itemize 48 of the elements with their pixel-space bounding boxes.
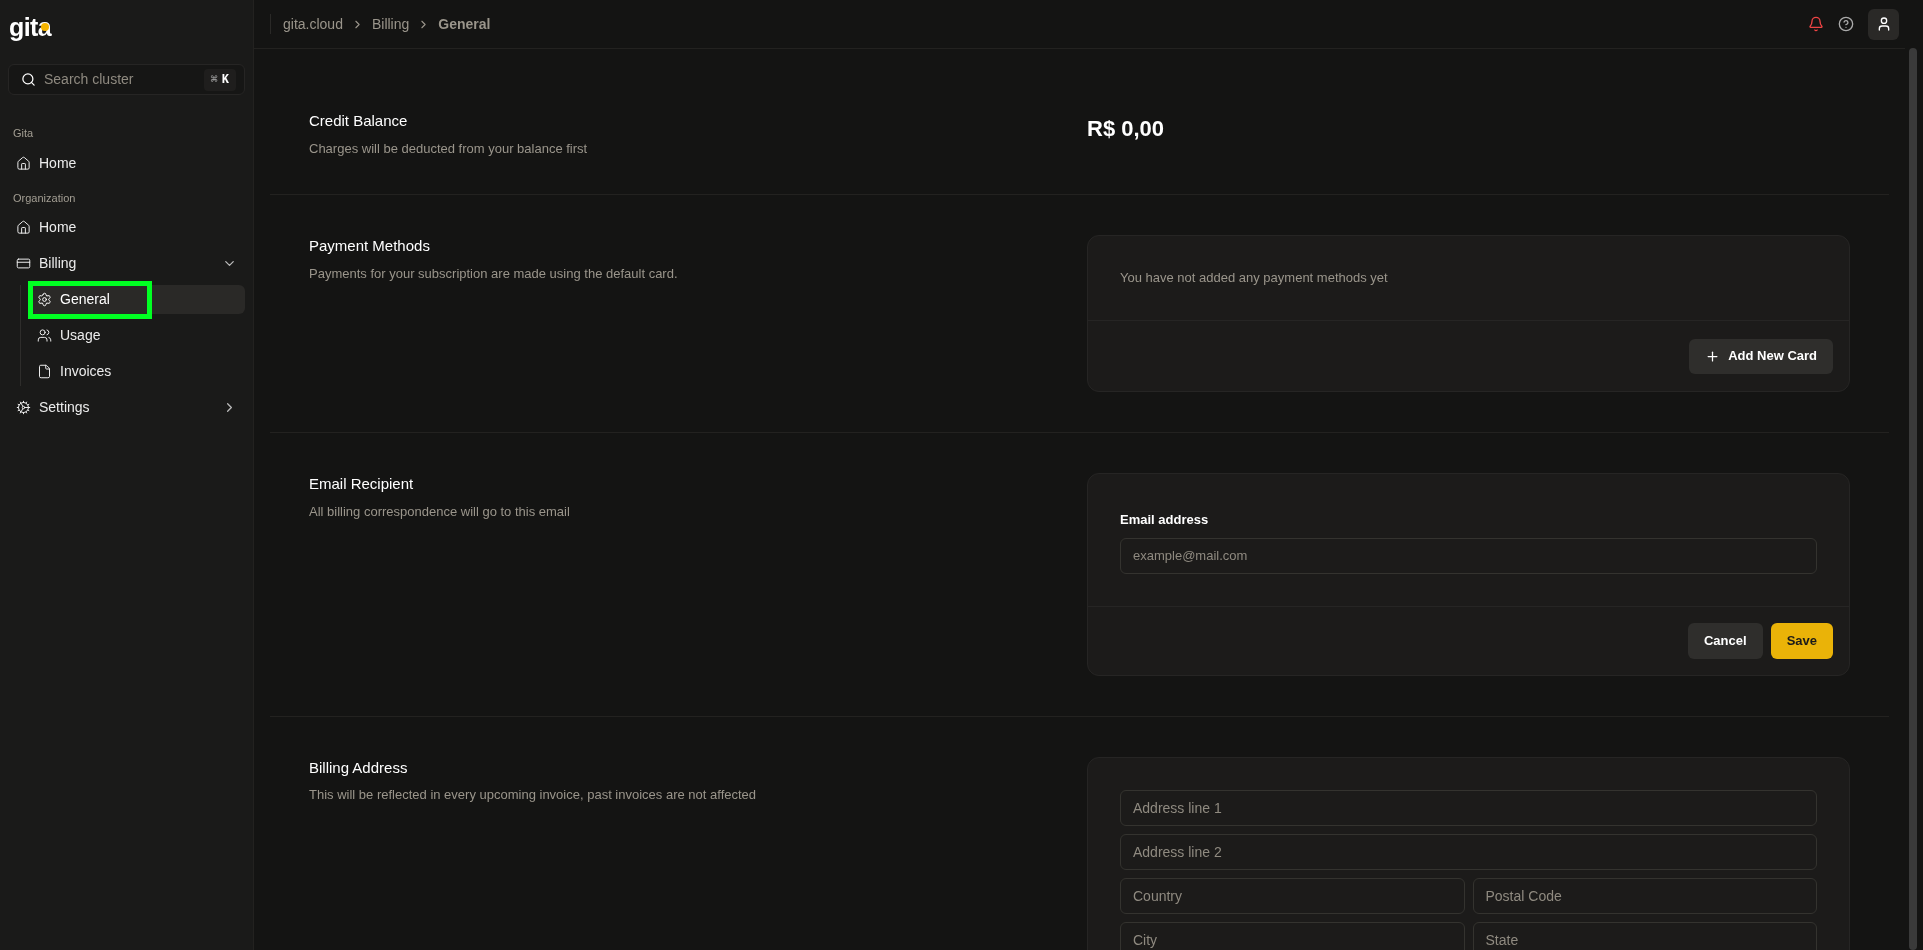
address-field[interactable]: City	[1120, 921, 1465, 950]
gear-icon	[37, 292, 52, 307]
empty-message: You have not added any payment methods yet	[1120, 269, 1388, 288]
section-title: Email Recipient	[309, 474, 415, 494]
cancel-button[interactable]: Cancel	[1688, 622, 1763, 659]
home-icon	[16, 155, 31, 171]
group-label: Gita	[12, 126, 35, 141]
file-icon	[37, 364, 52, 379]
users-icon	[37, 328, 52, 343]
nav-item[interactable]: Home	[8, 148, 245, 178]
nav-item[interactable]: Billing	[8, 249, 245, 278]
balance-amount: R$ 0,00	[1087, 115, 1166, 143]
address-field[interactable]: Address line 1	[1120, 789, 1817, 826]
shortcut-key: ⌘ K	[203, 68, 236, 91]
save-button[interactable]: Save	[1770, 622, 1833, 659]
section-description: Payments for your subscription are made using the default card.	[309, 264, 679, 283]
nav-item[interactable]: Invoices	[29, 357, 245, 386]
nav-item[interactable]: Settings	[8, 393, 245, 422]
breadcrumb-link[interactable]: gita.cloud	[283, 13, 343, 35]
help-icon[interactable]	[1838, 16, 1854, 32]
search-field[interactable]: Search cluster	[44, 69, 196, 90]
nav-item[interactable]: Usage	[29, 321, 245, 350]
credit-card-icon	[16, 256, 31, 271]
add-card-button[interactable]: Add New Card	[1689, 338, 1833, 374]
section-description: Charges will be deducted from your balance first	[309, 139, 589, 158]
settings-icon	[16, 400, 31, 415]
address-field[interactable]: Address line 2	[1120, 833, 1817, 870]
section-description: This will be reflected in every upcoming invoice, past invoices are not affected	[309, 786, 758, 804]
breadcrumb-link[interactable]: General	[438, 13, 491, 35]
email-field[interactable]: example@mail.com	[1120, 537, 1817, 574]
field-label: Email address	[1120, 511, 1210, 529]
search-box[interactable]: Search cluster ⌘ K	[8, 64, 245, 95]
section-description: All billing correspondence will go to this email	[309, 502, 571, 521]
search-icon	[21, 72, 36, 87]
address-field[interactable]: Postal Code	[1472, 877, 1817, 914]
address-field[interactable]: State	[1472, 921, 1817, 950]
section-title: Payment Methods	[309, 236, 431, 256]
section-title: Credit Balance	[309, 111, 409, 131]
group-label: Organization	[12, 190, 77, 206]
plus-icon	[1705, 348, 1721, 364]
user-button[interactable]	[1868, 8, 1899, 40]
scrollbar[interactable]	[1909, 48, 1917, 950]
home-icon	[16, 220, 31, 235]
section-title: Billing Address	[309, 757, 409, 778]
notification-bell-icon[interactable]	[1808, 16, 1824, 32]
breadcrumb-link[interactable]: Billing	[371, 13, 410, 35]
nav-item[interactable]: Home	[8, 213, 245, 242]
address-field[interactable]: Country	[1120, 877, 1465, 914]
